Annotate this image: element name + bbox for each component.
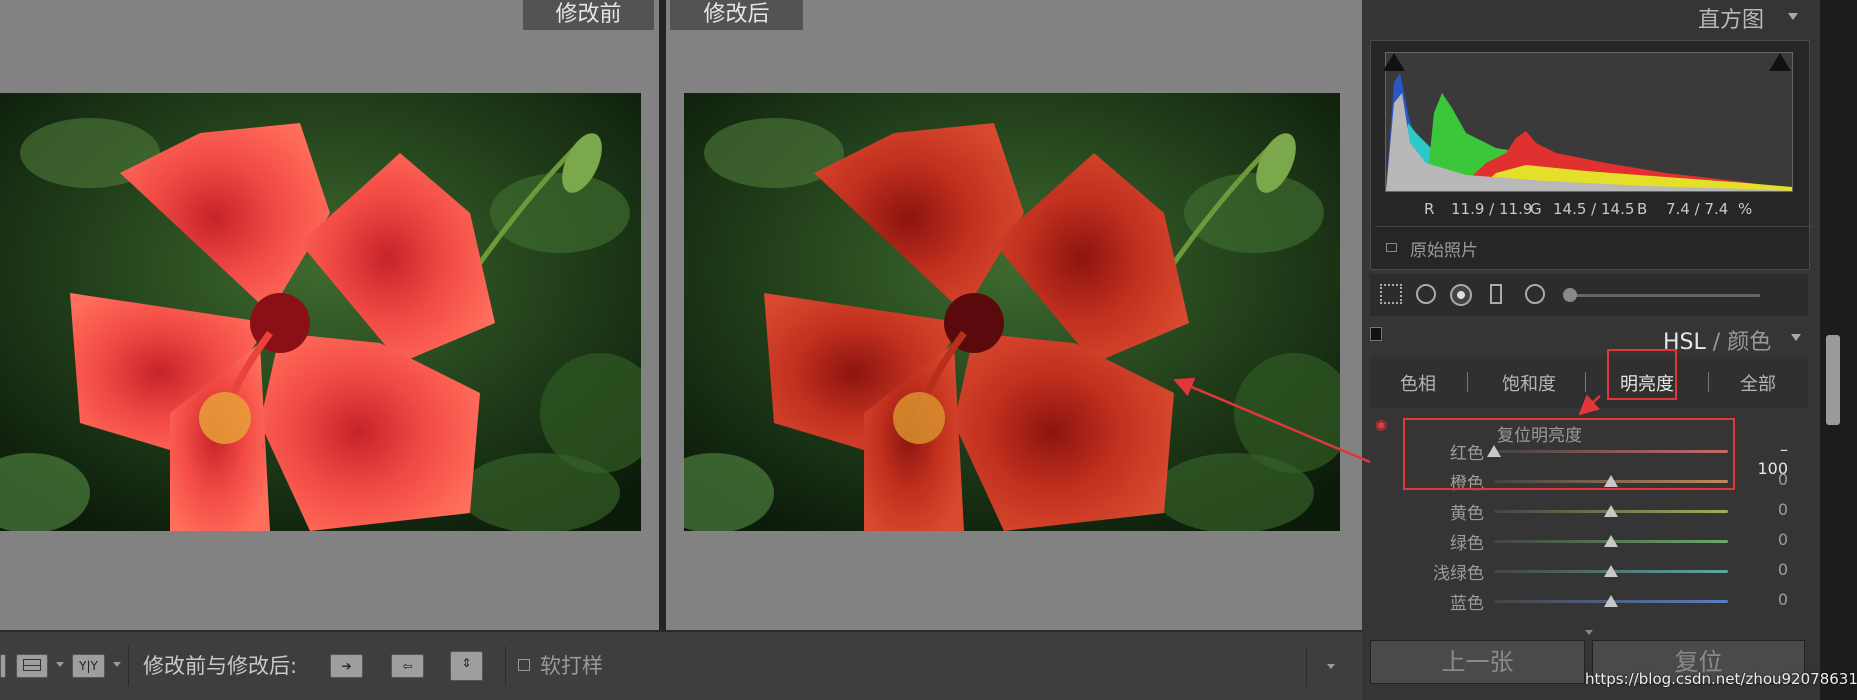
arrow-to-slider (1578, 394, 1601, 416)
annotation-arrows (1173, 377, 1601, 464)
watermark: https://blog.csdn.net/zhou920786312 (1585, 670, 1857, 688)
arrow-to-photo (1173, 377, 1371, 464)
